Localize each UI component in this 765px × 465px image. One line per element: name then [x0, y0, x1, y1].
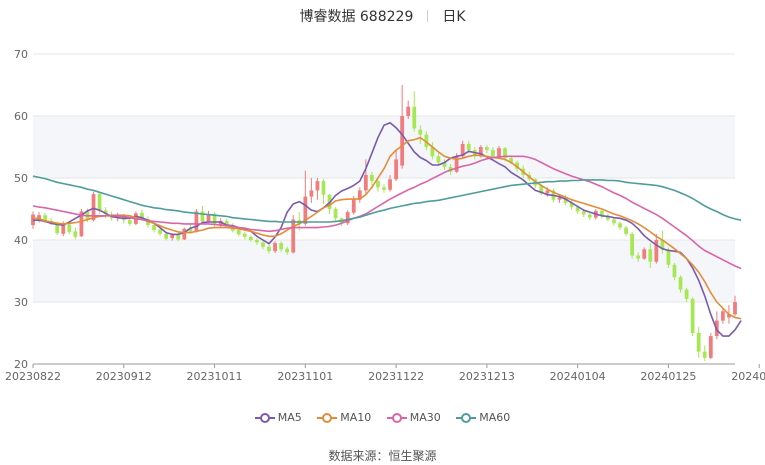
candle-body [690, 298, 695, 333]
candle-body [436, 156, 441, 163]
candle-body [285, 248, 290, 253]
candle-body [376, 181, 380, 188]
y-tick-label: 40 [14, 234, 28, 247]
legend-ma60-swatch [456, 412, 477, 423]
candle-body [242, 233, 247, 237]
kline-chart: 20304050607020230822 20230912 20231011 2023… [5, 48, 765, 383]
x-tick-label: 20231213 [459, 370, 515, 383]
candle-body [684, 289, 689, 299]
source-label: 数据来源： [328, 449, 389, 463]
x-tick-label: 20231011 [187, 370, 243, 383]
candle-body [67, 224, 72, 232]
candle-body [624, 227, 628, 234]
candle-body [708, 336, 713, 358]
candle-body [194, 211, 199, 232]
y-tick-label: 50 [14, 172, 28, 185]
candle-body [702, 351, 707, 358]
x-tick-label: 20240104 [550, 370, 606, 383]
candle-body [587, 214, 592, 218]
candle-body [400, 116, 405, 166]
candle-body [182, 228, 187, 240]
legend-ma10-swatch [317, 412, 338, 423]
candle-body [255, 240, 259, 243]
candle-body [170, 235, 175, 239]
data-source: 数据来源：恒生聚源 [0, 447, 765, 464]
ma-line-ma60 [32, 175, 742, 223]
candle-body [127, 220, 132, 224]
candle-body [73, 231, 78, 237]
candle-body [545, 190, 550, 194]
candle-body [152, 225, 156, 231]
candle-body [351, 199, 356, 213]
candle-body [485, 147, 489, 151]
x-tick-label: 20240125 [640, 370, 696, 383]
candle-body [200, 211, 205, 222]
candle-body [466, 143, 471, 151]
candle-body [248, 236, 253, 240]
legend-ma30[interactable]: MA30 [386, 411, 441, 424]
candle-body [642, 249, 647, 259]
x-tick-label: 20230822 [5, 370, 61, 383]
x-tick-label: 20231122 [368, 370, 424, 383]
candle-body [418, 129, 423, 135]
x-tick-label: 20240222 [731, 370, 765, 383]
candle-body [333, 209, 338, 219]
candle-body [696, 333, 701, 352]
x-tick-label: 20231101 [277, 370, 333, 383]
legend-ma5-label: MA5 [277, 411, 302, 424]
candle-body [382, 187, 386, 190]
candle-body [636, 255, 641, 259]
candle-body [388, 179, 392, 190]
x-tick-label: 20230912 [96, 370, 152, 383]
candle-body [273, 243, 277, 252]
candle-body [261, 242, 265, 247]
candle-body [648, 249, 653, 262]
candle-body [612, 219, 616, 224]
source-value: 恒生聚源 [388, 449, 437, 463]
candle-body [721, 311, 725, 321]
candle-body [630, 233, 634, 256]
legend-ma10[interactable]: MA10 [317, 411, 371, 424]
legend-ma10-label: MA10 [340, 411, 372, 424]
candle-body [309, 190, 314, 197]
candle-body [618, 223, 622, 228]
candle-body [164, 233, 169, 239]
candle-body [279, 243, 283, 250]
legend-ma5[interactable]: MA5 [254, 411, 302, 424]
candle-body [491, 150, 495, 157]
chart-legend: MA5 MA10 MA30 MA60 [0, 411, 765, 426]
candle-body [581, 211, 586, 215]
candle-body [394, 159, 398, 180]
legend-ma30-label: MA30 [409, 411, 441, 424]
candle-body [321, 181, 326, 195]
candle-body [406, 106, 411, 116]
candle-body [370, 174, 374, 182]
candle-body [733, 302, 737, 315]
legend-ma60[interactable]: MA60 [456, 411, 510, 424]
candle-body [267, 246, 271, 252]
y-tick-label: 70 [14, 48, 28, 61]
legend-ma60-label: MA60 [479, 411, 511, 424]
grid-band [33, 240, 735, 302]
candle-body [158, 229, 162, 234]
candle-body [236, 230, 241, 235]
y-tick-label: 30 [14, 296, 28, 309]
candle-body [678, 277, 683, 290]
candle-body [497, 148, 501, 157]
y-tick-label: 60 [14, 110, 28, 123]
candle-body [315, 181, 320, 191]
candle-body [176, 235, 181, 240]
legend-ma5-swatch [254, 412, 275, 423]
candle-body [291, 219, 296, 253]
candle-body [672, 264, 677, 278]
candle-body [666, 249, 671, 265]
candle-body [97, 194, 102, 211]
candle-body [363, 174, 368, 191]
candle-body [412, 106, 417, 129]
legend-ma30-swatch [386, 412, 407, 423]
